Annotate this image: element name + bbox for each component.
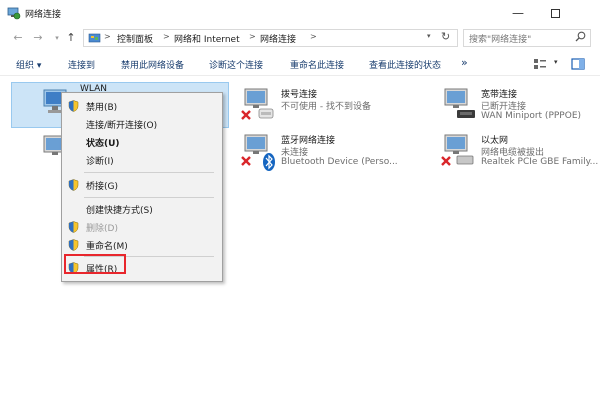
connection-status: 不可使用 - 找不到设备 (281, 102, 371, 112)
menu-item-label: 连接/断开连接(O) (86, 121, 158, 131)
menu-item-label: 桥接(G) (86, 182, 118, 192)
back-button[interactable]: ← (10, 30, 26, 46)
menu-item-connect-disconnect[interactable]: 连接/断开连接(O) (62, 115, 222, 133)
address-row: ← → ▾ ↑ > 控制面板 > 网络和 Internet > 网络连接 > ▾… (0, 26, 600, 50)
menu-item-rename[interactable]: 重命名(M) (62, 236, 222, 254)
window-title: 网络连接 (25, 10, 62, 20)
search-input[interactable]: 搜索"网络连接" (463, 29, 591, 47)
menu-item-create-shortcut[interactable]: 创建快捷方式(S) (62, 200, 222, 218)
menu-item-label: 诊断(I) (86, 157, 114, 167)
menu-item-label: 状态(U) (86, 139, 120, 149)
dialup-modem-icon (241, 88, 274, 120)
menu-item-bridge[interactable]: 桥接(G) (62, 176, 222, 194)
uac-shield-icon (68, 179, 79, 191)
maximize-button[interactable] (540, 3, 570, 23)
preview-pane-icon[interactable] (571, 58, 585, 70)
refresh-icon[interactable]: ↻ (441, 30, 450, 43)
more-commands-button[interactable]: » (461, 56, 468, 69)
title-bar: 网络连接 — (0, 0, 600, 26)
connect-to-button[interactable]: 连接到 (68, 58, 95, 71)
change-view-icon[interactable] (533, 58, 547, 70)
menu-item-delete: 删除(D) (62, 218, 222, 236)
properties-highlight-box (64, 254, 126, 274)
connection-ethernet[interactable]: 以太网 网络电缆被拔出 Realtek PCIe GBE Family... (441, 133, 599, 177)
view-dropdown-icon[interactable]: ▾ (554, 58, 558, 66)
control-panel-icon (88, 33, 101, 43)
organize-button[interactable]: 组织 ▾ (16, 58, 41, 71)
search-icon (575, 31, 586, 42)
menu-item-disable[interactable]: 禁用(B) (62, 97, 222, 115)
ethernet-adapter-icon (441, 134, 474, 166)
disable-device-button[interactable]: 禁用此网络设备 (121, 58, 184, 71)
command-bar: 组织 ▾ 连接到 禁用此网络设备 诊断这个连接 重命名此连接 查看此连接的状态 … (0, 52, 600, 76)
context-menu: 禁用(B) 连接/断开连接(O) 状态(U) 诊断(I) 桥接(G) 创建快捷方… (61, 92, 223, 282)
connection-device: WAN Miniport (PPPOE) (481, 111, 582, 121)
minimize-icon: — (512, 6, 524, 20)
connection-bluetooth[interactable]: 蓝牙网络连接 未连接 Bluetooth Device (Perso... (241, 133, 431, 177)
network-connections-icon (7, 7, 21, 20)
connection-device: Realtek PCIe GBE Family... (481, 157, 599, 167)
rename-button[interactable]: 重命名此连接 (290, 58, 344, 71)
bluetooth-adapter-icon (241, 134, 275, 171)
view-status-button[interactable]: 查看此连接的状态 (369, 58, 441, 71)
menu-item-label: 删除(D) (86, 224, 118, 234)
menu-separator (84, 172, 214, 173)
connection-dialup[interactable]: 拨号连接 不可使用 - 找不到设备 (241, 87, 421, 131)
uac-shield-icon (68, 100, 79, 112)
breadcrumb-separator: > (249, 32, 256, 41)
connection-broadband[interactable]: 宽带连接 已断开连接 WAN Miniport (PPPOE) (441, 87, 599, 131)
connection-hidden[interactable] (40, 134, 67, 178)
breadcrumb-network-internet[interactable]: 网络和 Internet (174, 32, 240, 45)
connection-device: Bluetooth Device (Perso... (281, 157, 398, 167)
menu-separator (84, 197, 214, 198)
broadband-adapter-icon (444, 88, 475, 118)
address-dropdown-icon[interactable]: ▾ (427, 32, 431, 40)
address-bar[interactable]: > 控制面板 > 网络和 Internet > 网络连接 > ▾ ↻ (83, 29, 458, 47)
breadcrumb-control-panel[interactable]: 控制面板 (117, 32, 153, 45)
forward-button[interactable]: → (30, 30, 46, 46)
uac-shield-icon (68, 221, 79, 233)
uac-shield-icon (68, 239, 79, 251)
breadcrumb-separator: > (104, 32, 111, 41)
menu-item-label: 创建快捷方式(S) (86, 206, 153, 216)
breadcrumb-separator: > (163, 32, 170, 41)
breadcrumb-network-connections[interactable]: 网络连接 (260, 32, 296, 45)
menu-item-status[interactable]: 状态(U) (62, 133, 222, 151)
up-button[interactable]: ↑ (63, 30, 79, 46)
menu-item-label: 禁用(B) (86, 103, 118, 113)
diagnose-button[interactable]: 诊断这个连接 (209, 58, 263, 71)
search-placeholder: 搜索"网络连接" (469, 35, 532, 45)
minimize-button[interactable]: — (503, 3, 533, 23)
maximize-icon (550, 8, 560, 18)
menu-item-diagnose[interactable]: 诊断(I) (62, 151, 222, 169)
menu-item-label: 重命名(M) (86, 242, 128, 252)
breadcrumb-separator: > (310, 32, 317, 41)
